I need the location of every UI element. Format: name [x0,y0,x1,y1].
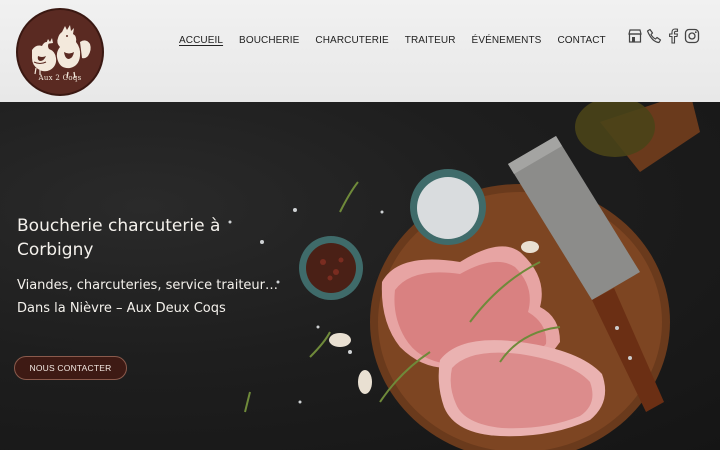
logo-text: Aux 2 Coqs [38,74,82,82]
nav-item-evenements[interactable]: ÉVÉNEMENTS [472,34,542,48]
nav-item-contact[interactable]: CONTACT [557,34,605,48]
nav-item-boucherie[interactable]: BOUCHERIE [239,34,299,48]
hero-section: Boucherie charcuterie à Corbigny Viandes… [0,102,720,450]
phone-icon[interactable] [646,28,662,44]
store-icon[interactable] [627,28,643,44]
site-header: Aux 2 Coqs ACCUEIL BOUCHERIE CHARCUTERIE… [0,0,720,102]
hero-title: Boucherie charcuterie à Corbigny [17,216,221,260]
instagram-icon[interactable] [684,28,700,44]
nav-item-charcuterie[interactable]: CHARCUTERIE [315,34,388,48]
facebook-icon[interactable] [665,28,681,44]
main-nav: ACCUEIL BOUCHERIE CHARCUTERIE TRAITEUR É… [179,34,606,48]
contact-cta-button[interactable]: NOUS CONTACTER [14,356,127,380]
social-icons [627,28,700,44]
site-logo[interactable]: Aux 2 Coqs [16,8,104,96]
nav-item-accueil[interactable]: ACCUEIL [179,34,223,48]
hero-subtitle: Viandes, charcuteries, service traiteur…… [17,278,278,316]
nav-item-traiteur[interactable]: TRAITEUR [405,34,456,48]
